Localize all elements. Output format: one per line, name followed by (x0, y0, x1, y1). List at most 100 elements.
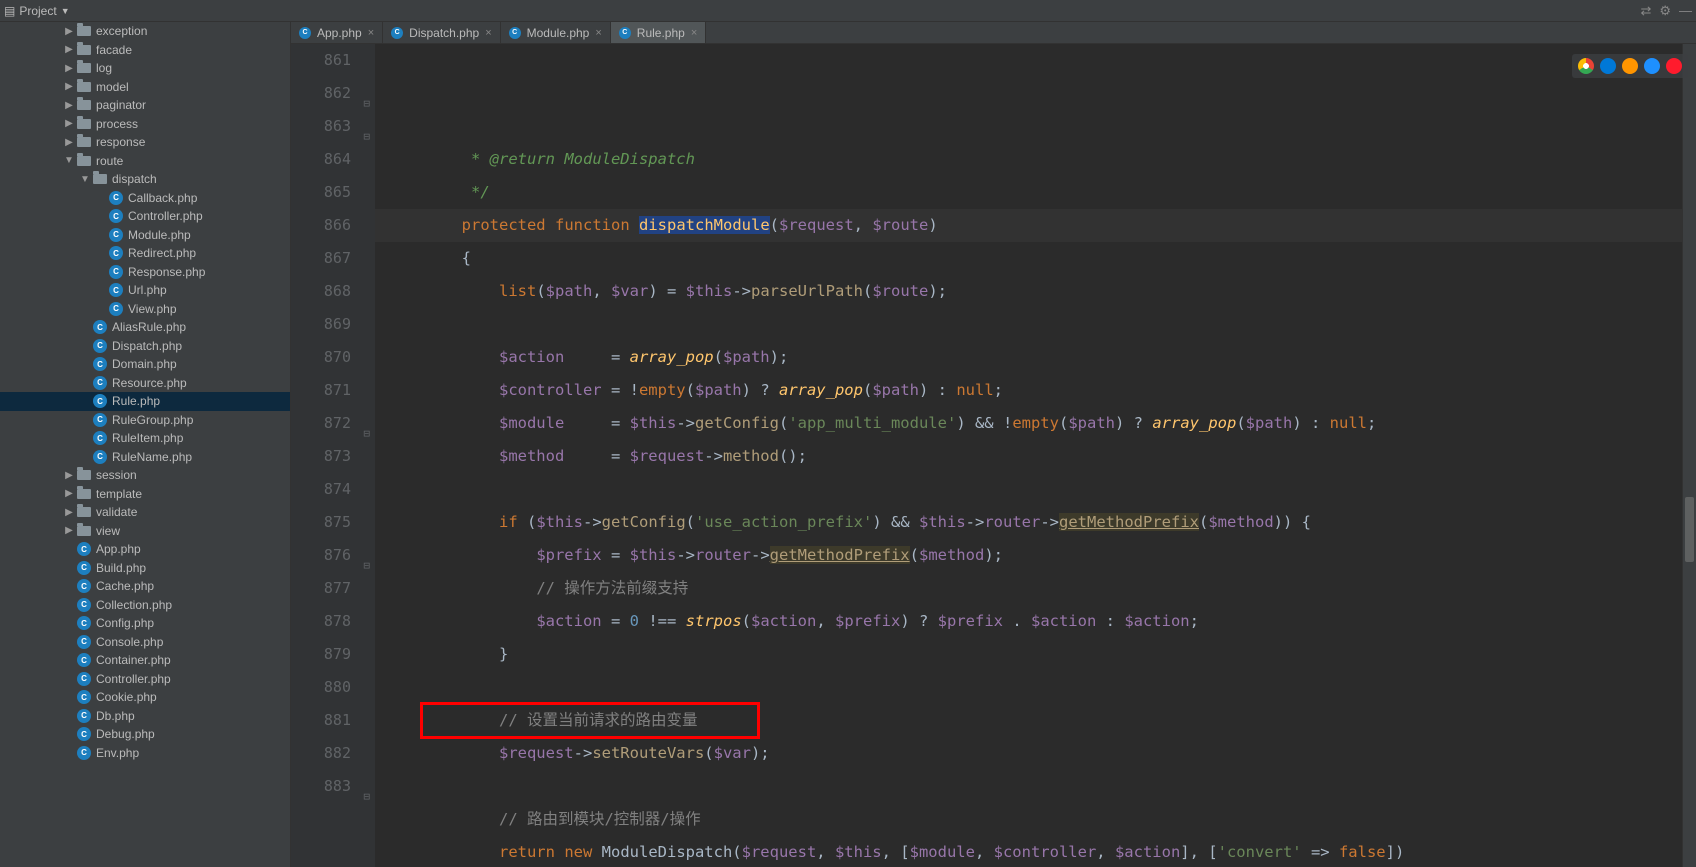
tree-item-model[interactable]: ▶model (0, 78, 290, 97)
code-line[interactable] (375, 671, 1682, 704)
editor-tab-app-php[interactable]: CApp.php× (291, 22, 383, 43)
tree-item-exception[interactable]: ▶exception (0, 22, 290, 41)
tree-item-redirect-php[interactable]: CRedirect.php (0, 244, 290, 263)
tree-item-resource-php[interactable]: CResource.php (0, 374, 290, 393)
tree-item-rulename-php[interactable]: CRuleName.php (0, 448, 290, 467)
tree-collapsed-icon[interactable]: ▶ (64, 507, 74, 518)
code-line[interactable]: // 设置当前请求的路由变量 (375, 704, 1682, 737)
tree-item-controller-php[interactable]: CController.php (0, 670, 290, 689)
close-icon[interactable]: × (485, 27, 491, 39)
tree-item-response-php[interactable]: CResponse.php (0, 263, 290, 282)
code-line[interactable]: $action = array_pop($path); (375, 341, 1682, 374)
tree-item-paginator[interactable]: ▶paginator (0, 96, 290, 115)
vertical-scrollbar[interactable] (1682, 44, 1696, 867)
tree-item-template[interactable]: ▶template (0, 485, 290, 504)
fold-toggle-icon[interactable]: ⊟ (363, 417, 370, 450)
tree-collapsed-icon[interactable]: ▶ (64, 26, 74, 37)
close-icon[interactable]: × (691, 27, 697, 39)
tree-collapsed-icon[interactable]: ▶ (64, 100, 74, 111)
code-line[interactable] (375, 770, 1682, 803)
tree-item-config-php[interactable]: CConfig.php (0, 614, 290, 633)
tree-item-rulegroup-php[interactable]: CRuleGroup.php (0, 411, 290, 430)
tree-collapsed-icon[interactable]: ▶ (64, 137, 74, 148)
code-line[interactable]: list($path, $var) = $this->parseUrlPath(… (375, 275, 1682, 308)
tree-item-collection-php[interactable]: CCollection.php (0, 596, 290, 615)
tree-collapsed-icon[interactable]: ▶ (64, 63, 74, 74)
fold-toggle-icon[interactable]: ⊟ (363, 780, 370, 813)
fold-toggle-icon[interactable]: ⊟ (363, 87, 370, 120)
tree-item-response[interactable]: ▶response (0, 133, 290, 152)
code-line[interactable]: * @return ModuleDispatch (375, 143, 1682, 176)
code-line[interactable]: $controller = !empty($path) ? array_pop(… (375, 374, 1682, 407)
code-line[interactable]: { (375, 242, 1682, 275)
code-line[interactable]: */ (375, 176, 1682, 209)
tree-collapsed-icon[interactable]: ▶ (64, 118, 74, 129)
tree-item-domain-php[interactable]: CDomain.php (0, 355, 290, 374)
tree-item-module-php[interactable]: CModule.php (0, 226, 290, 245)
code-line[interactable]: $method = $request->method(); (375, 440, 1682, 473)
tree-item-build-php[interactable]: CBuild.php (0, 559, 290, 578)
project-tree[interactable]: ▶exception▶facade▶log▶model▶paginator▶pr… (0, 22, 291, 867)
tree-item-log[interactable]: ▶log (0, 59, 290, 78)
close-icon[interactable]: × (595, 27, 601, 39)
gear-icon[interactable]: ⚙ (1659, 3, 1671, 19)
editor-tab-rule-php[interactable]: CRule.php× (611, 22, 706, 43)
tree-item-facade[interactable]: ▶facade (0, 41, 290, 60)
tree-item-app-php[interactable]: CApp.php (0, 540, 290, 559)
firefox-icon[interactable] (1622, 58, 1638, 74)
collapse-icon[interactable]: ⇄ (1640, 3, 1651, 19)
tree-item-view[interactable]: ▶view (0, 522, 290, 541)
fold-toggle-icon[interactable]: ⊟ (363, 120, 370, 153)
code-content[interactable]: * @return ModuleDispatch */ protected fu… (375, 44, 1682, 867)
tree-item-process[interactable]: ▶process (0, 115, 290, 134)
tree-item-db-php[interactable]: CDb.php (0, 707, 290, 726)
tree-collapsed-icon[interactable]: ▶ (64, 488, 74, 499)
tree-item-view-php[interactable]: CView.php (0, 300, 290, 319)
tree-item-aliasrule-php[interactable]: CAliasRule.php (0, 318, 290, 337)
tree-item-route[interactable]: ▼route (0, 152, 290, 171)
code-line[interactable]: // 路由到模块/控制器/操作 (375, 803, 1682, 836)
scrollbar-thumb[interactable] (1685, 497, 1694, 563)
tree-item-rule-php[interactable]: CRule.php (0, 392, 290, 411)
code-line[interactable] (375, 473, 1682, 506)
tree-item-dispatch-php[interactable]: CDispatch.php (0, 337, 290, 356)
tree-item-env-php[interactable]: CEnv.php (0, 744, 290, 763)
project-dropdown[interactable]: ▤ Project ▼ (4, 4, 70, 18)
edge-icon[interactable] (1600, 58, 1616, 74)
code-line[interactable]: // 操作方法前缀支持 (375, 572, 1682, 605)
code-line[interactable] (375, 308, 1682, 341)
tree-collapsed-icon[interactable]: ▶ (64, 525, 74, 536)
code-editor[interactable]: 8618628638648658668678688698708718728738… (291, 44, 1696, 867)
code-line[interactable]: $request->setRouteVars($var); (375, 737, 1682, 770)
code-line[interactable]: $prefix = $this->router->getMethodPrefix… (375, 539, 1682, 572)
editor-tab-module-php[interactable]: CModule.php× (501, 22, 611, 43)
opera-icon[interactable] (1666, 58, 1682, 74)
tree-collapsed-icon[interactable]: ▶ (64, 81, 74, 92)
code-line[interactable]: $action = 0 !== strpos($action, $prefix)… (375, 605, 1682, 638)
tree-item-debug-php[interactable]: CDebug.php (0, 725, 290, 744)
safari-icon[interactable] (1644, 58, 1660, 74)
tree-collapsed-icon[interactable]: ▶ (64, 44, 74, 55)
tree-item-controller-php[interactable]: CController.php (0, 207, 290, 226)
close-icon[interactable]: × (368, 27, 374, 39)
tree-item-cache-php[interactable]: CCache.php (0, 577, 290, 596)
tree-item-dispatch[interactable]: ▼dispatch (0, 170, 290, 189)
tree-item-cookie-php[interactable]: CCookie.php (0, 688, 290, 707)
tree-item-validate[interactable]: ▶validate (0, 503, 290, 522)
tree-collapsed-icon[interactable]: ▶ (64, 470, 74, 481)
code-line[interactable]: $module = $this->getConfig('app_multi_mo… (375, 407, 1682, 440)
tree-item-callback-php[interactable]: CCallback.php (0, 189, 290, 208)
code-line[interactable]: protected function dispatchModule($reque… (375, 209, 1682, 242)
tree-item-ruleitem-php[interactable]: CRuleItem.php (0, 429, 290, 448)
code-line[interactable]: } (375, 638, 1682, 671)
tree-item-console-php[interactable]: CConsole.php (0, 633, 290, 652)
tree-expanded-icon[interactable]: ▼ (64, 155, 74, 166)
tree-expanded-icon[interactable]: ▼ (80, 174, 90, 185)
hide-icon[interactable]: — (1679, 3, 1692, 18)
tree-item-url-php[interactable]: CUrl.php (0, 281, 290, 300)
editor-tab-dispatch-php[interactable]: CDispatch.php× (383, 22, 500, 43)
tree-item-session[interactable]: ▶session (0, 466, 290, 485)
tree-item-container-php[interactable]: CContainer.php (0, 651, 290, 670)
fold-toggle-icon[interactable]: ⊟ (363, 549, 370, 582)
chrome-icon[interactable] (1578, 58, 1594, 74)
